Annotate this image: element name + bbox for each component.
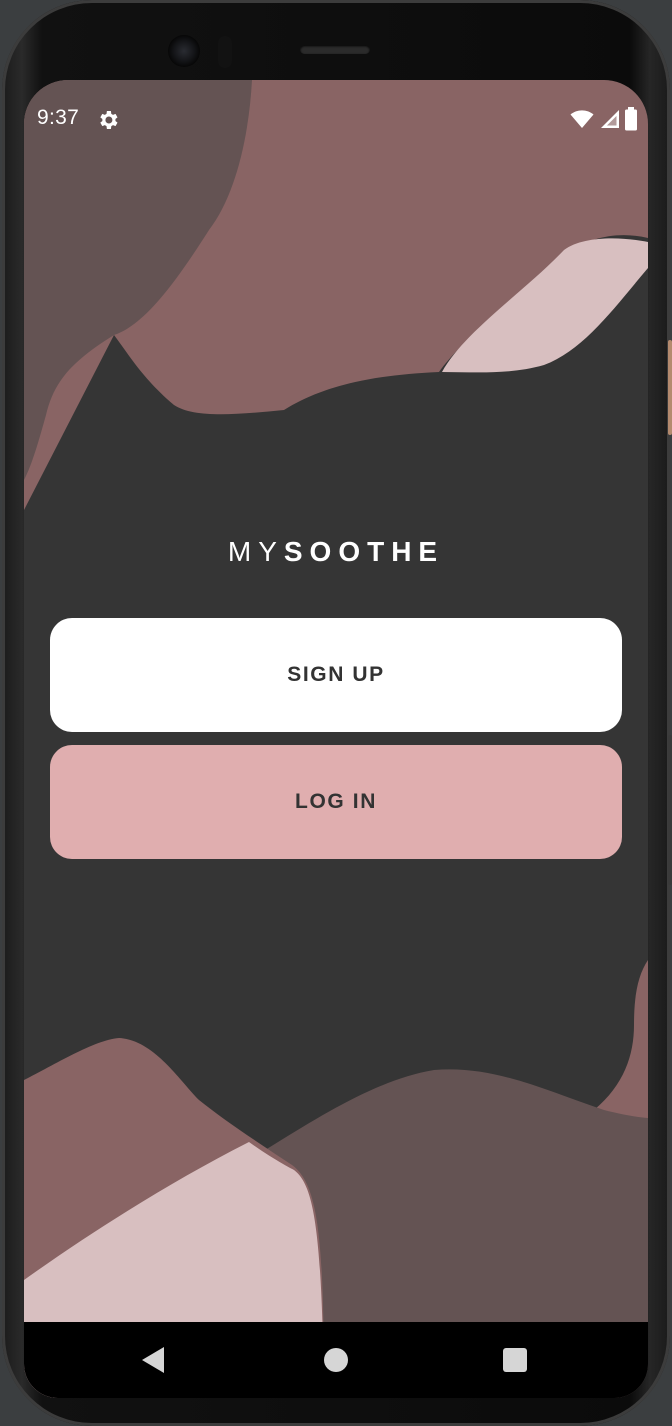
- background-art: [24, 80, 648, 1398]
- right-rose-shape: [594, 960, 648, 1120]
- status-indicators: [570, 107, 638, 131]
- home-icon: [324, 1348, 348, 1372]
- sign-up-button[interactable]: SIGN UP: [50, 618, 622, 732]
- nav-recents-button[interactable]: [475, 1322, 555, 1398]
- cell-signal-icon: [601, 110, 619, 128]
- nav-back-button[interactable]: [114, 1322, 194, 1398]
- battery-icon: [625, 107, 637, 131]
- back-icon: [142, 1347, 164, 1373]
- status-bar: 9:37: [24, 80, 648, 160]
- device-frame: 9:37 MYSOOTHE SIGN UP LOG IN: [0, 0, 672, 1426]
- proximity-sensor: [218, 36, 232, 68]
- wifi-icon: [570, 110, 594, 128]
- logo-name: SOOTHE: [283, 536, 445, 567]
- log-in-button[interactable]: LOG IN: [50, 745, 622, 859]
- gear-icon: [100, 111, 118, 129]
- log-in-label: LOG IN: [295, 790, 377, 813]
- system-navigation-bar: [24, 1322, 648, 1398]
- recents-icon: [503, 1348, 527, 1372]
- logo-prefix: MY: [227, 536, 284, 567]
- app-logo: MYSOOTHE: [24, 536, 648, 568]
- front-camera: [168, 35, 200, 67]
- sign-up-label: SIGN UP: [287, 663, 385, 686]
- status-time: 9:37: [37, 106, 80, 129]
- volume-button: [668, 735, 672, 885]
- power-button: [668, 340, 672, 435]
- app-screen: 9:37 MYSOOTHE SIGN UP LOG IN: [24, 80, 648, 1398]
- nav-home-button[interactable]: [296, 1322, 376, 1398]
- earpiece-speaker: [300, 45, 370, 54]
